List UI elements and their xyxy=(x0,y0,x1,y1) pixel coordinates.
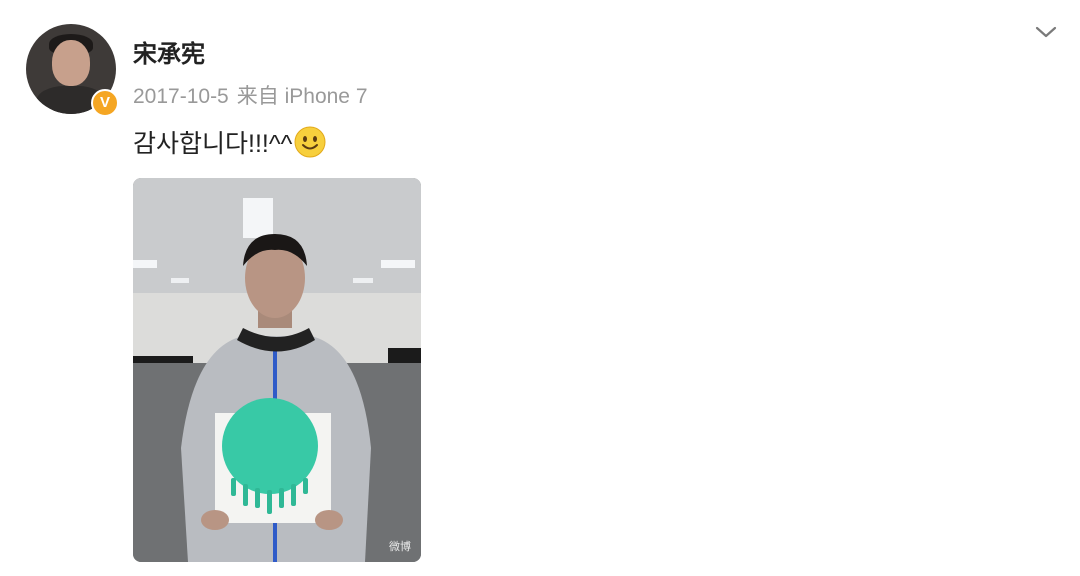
post-date: 2017-10-5 xyxy=(133,85,229,108)
post-text: 감사합니다!!!^^ xyxy=(133,130,293,158)
post-image[interactable]: 微博 xyxy=(133,178,421,562)
post-meta: 2017-10-5 来自 iPhone 7 xyxy=(133,80,368,110)
post-text-row: 감사합니다!!!^^ xyxy=(133,124,326,160)
avatar-face xyxy=(52,40,90,86)
post-device: iPhone 7 xyxy=(284,85,368,108)
weibo-post: V 宋承宪 2017-10-5 来自 iPhone 7 감사합니다!!!^^ 微… xyxy=(0,0,1080,576)
image-watermark: 微博 xyxy=(389,541,411,553)
verified-badge-icon: V xyxy=(91,89,119,117)
smiley-emoji-icon xyxy=(294,126,326,158)
post-image-illustration xyxy=(133,178,421,562)
post-source-prefix: 来自 xyxy=(236,85,279,108)
chevron-down-icon[interactable] xyxy=(1034,22,1058,42)
username[interactable]: 宋承宪 xyxy=(133,34,205,69)
